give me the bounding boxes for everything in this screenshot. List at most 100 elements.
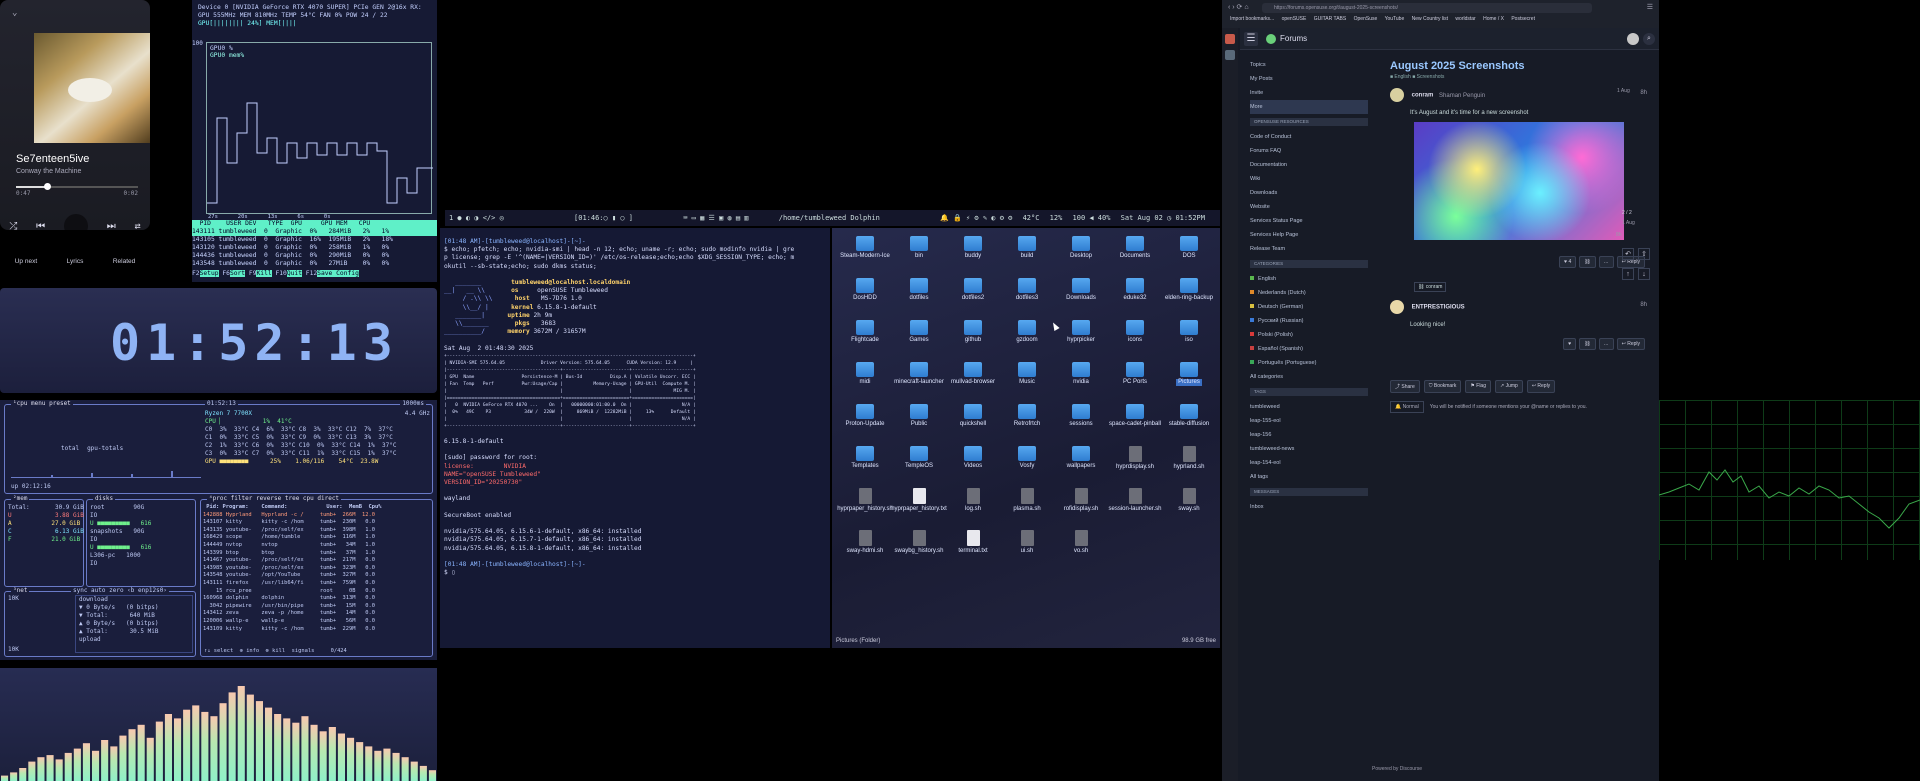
- sidebar-item[interactable]: Deutsch (German): [1250, 300, 1368, 314]
- table-row[interactable]: 142888 Hyprland Hyprland -c / tumb+ 266M…: [203, 512, 382, 520]
- sidebar-item[interactable]: Invite: [1250, 86, 1368, 100]
- topic-reply-button[interactable]: ↩ Reply: [1526, 380, 1556, 393]
- browser-menu-icon[interactable]: ☰: [1647, 3, 1653, 11]
- table-row[interactable]: 143548 youtube- /opt/YouTube tumb+ 327M …: [203, 572, 382, 580]
- file-item[interactable]: quickshell: [946, 404, 1000, 446]
- arrow-up-icon[interactable]: ↑: [1622, 268, 1634, 280]
- opensuse-logo-icon[interactable]: [1266, 34, 1276, 44]
- sidebar-item[interactable]: leap-156: [1250, 428, 1368, 442]
- shell-cursor[interactable]: $ ▯: [444, 569, 455, 576]
- sidebar-item[interactable]: Português (Portuguese): [1250, 356, 1368, 370]
- post-author[interactable]: ENTPRESTIGIOUS: [1412, 305, 1465, 311]
- file-item[interactable]: Videos: [946, 446, 1000, 488]
- date-time[interactable]: Sat Aug 02 ◷ 01:52PM: [1121, 214, 1205, 222]
- table-row[interactable]: 144436 tumbleweed 0 Graphic 0% 290MiB 0%…: [192, 252, 437, 260]
- sidebar-item[interactable]: Documentation: [1250, 158, 1368, 172]
- file-item[interactable]: mullvad-browser: [946, 362, 1000, 404]
- bookmark-item[interactable]: YouTube: [1385, 16, 1405, 22]
- cpu-box-label[interactable]: ¹cpu menu preset: [11, 400, 73, 408]
- sidebar-item[interactable]: Polski (Polish): [1250, 328, 1368, 342]
- file-item[interactable]: buddy: [946, 236, 1000, 278]
- workspace-switcher[interactable]: 1 ● ◐ ◑ </> ◎: [449, 214, 504, 222]
- table-row[interactable]: 143109 kitty kitty -c /hom tumb+ 229M 0.…: [203, 626, 382, 634]
- sidebar-item[interactable]: Website: [1250, 200, 1368, 214]
- file-item[interactable]: Proton-Update: [838, 404, 892, 446]
- sidebar-section-header[interactable]: CATEGORIES: [1250, 260, 1368, 268]
- topic-title[interactable]: August 2025 Screenshots: [1390, 60, 1651, 72]
- file-item[interactable]: Vosfy: [1000, 446, 1054, 488]
- file-item[interactable]: eduke32: [1108, 278, 1162, 320]
- more-button[interactable]: …: [1598, 338, 1614, 350]
- share-button[interactable]: ⤴ Share: [1390, 380, 1420, 393]
- tab-related[interactable]: Related: [113, 258, 135, 265]
- file-item[interactable]: dotfiles: [892, 278, 946, 320]
- setup-key[interactable]: Setup: [199, 270, 219, 277]
- bookmark-item[interactable]: Import bookmarks...: [1230, 16, 1274, 22]
- table-row[interactable]: 143985 youtube- /proc/self/ex tumb+ 323M…: [203, 565, 382, 573]
- previous-icon[interactable]: ⏮: [36, 221, 45, 231]
- screenshot-image[interactable]: [1414, 122, 1624, 240]
- file-item[interactable]: icons: [1108, 320, 1162, 362]
- proc-box-label[interactable]: ⁴proc filter reverse tree cpu direct: [207, 495, 342, 503]
- sidebar-item[interactable]: Inbox: [1250, 500, 1368, 514]
- file-item[interactable]: nvidia: [1054, 362, 1108, 404]
- shuffle-icon[interactable]: ⤮: [9, 221, 17, 231]
- progress-knob[interactable]: [43, 183, 51, 190]
- file-item[interactable]: iso: [1162, 320, 1216, 362]
- file-item[interactable]: gzdoom: [1000, 320, 1054, 362]
- file-item[interactable]: plasma.sh: [1000, 488, 1054, 530]
- file-item[interactable]: hyprdisplay.sh: [1108, 446, 1162, 488]
- reply-button[interactable]: ↩ Reply: [1616, 338, 1645, 350]
- hamburger-menu-icon[interactable]: ☰: [1244, 32, 1258, 46]
- user-avatar[interactable]: [1627, 33, 1639, 45]
- file-item[interactable]: terminal.txt: [946, 530, 1000, 572]
- reply-reference[interactable]: ⛓ conram: [1414, 282, 1447, 292]
- file-item[interactable]: minecraft-launcher: [892, 362, 946, 404]
- volume[interactable]: 100 ◀ 40%: [1073, 214, 1111, 222]
- file-item[interactable]: stable-diffusion: [1162, 404, 1216, 446]
- play-pause-button[interactable]: [63, 214, 88, 230]
- file-item[interactable]: sway-hdmi.sh: [838, 530, 892, 572]
- bookmark-item[interactable]: Home / X: [1483, 16, 1504, 22]
- bookmark-item[interactable]: GUITAR TABS: [1314, 16, 1347, 22]
- topic-tags[interactable]: ■ English ■ Screenshots: [1390, 74, 1651, 80]
- like-button[interactable]: ♥ 4: [1559, 256, 1577, 268]
- table-row[interactable]: 120006 wallp-e wallp-e tumb+ 56M 0.0: [203, 618, 382, 626]
- like-button[interactable]: ♥: [1563, 338, 1577, 350]
- table-row[interactable]: 141467 youtube- /proc/self/ex tumb+ 217M…: [203, 557, 382, 565]
- file-item[interactable]: Desktop: [1054, 236, 1108, 278]
- sidebar-item[interactable]: Services Status Page: [1250, 214, 1368, 228]
- sidebar-item[interactable]: tumbleweed-news: [1250, 442, 1368, 456]
- file-item[interactable]: DosHDD: [838, 278, 892, 320]
- arrow-down-icon[interactable]: ↓: [1638, 268, 1650, 280]
- timeline-top-icon[interactable]: ⇧: [1638, 248, 1650, 260]
- table-row[interactable]: 168429 scope /home/tumble tumb+ 116M 1.0: [203, 534, 382, 542]
- net-box-label[interactable]: ³net: [11, 587, 30, 595]
- timeline-position[interactable]: 2 / 2: [1622, 210, 1632, 216]
- file-item[interactable]: wallpapers: [1054, 446, 1108, 488]
- table-row[interactable]: 143111 firefox /usr/lib64/fi tumb+ 759M …: [203, 580, 382, 588]
- proc-footer[interactable]: ↑↓ select ⊕ info ⊗ kill signals 0/424: [204, 647, 347, 655]
- file-item[interactable]: hyprpicker: [1054, 320, 1108, 362]
- sidebar-item[interactable]: More: [1250, 100, 1368, 114]
- file-item[interactable]: midi: [838, 362, 892, 404]
- jump-button[interactable]: ↗ Jump: [1495, 380, 1523, 393]
- table-row[interactable]: 143412 zeva zeva -p /home tumb+ 14M 0.0: [203, 610, 382, 618]
- file-item[interactable]: Retrofrtch: [1000, 404, 1054, 446]
- bookmark-item[interactable]: openSUSE: [1282, 16, 1307, 22]
- file-item[interactable]: session-launcher.sh: [1108, 488, 1162, 530]
- sidebar-item[interactable]: Forums FAQ: [1250, 144, 1368, 158]
- next-icon[interactable]: ⏭: [107, 221, 116, 231]
- progress-bar[interactable]: [16, 183, 138, 190]
- file-item[interactable]: dotfiles3: [1000, 278, 1054, 320]
- copy-link-button[interactable]: ⛓: [1579, 338, 1596, 350]
- flag-button[interactable]: ⚑ Flag: [1465, 380, 1491, 393]
- file-item[interactable]: sessions: [1054, 404, 1108, 446]
- nav-buttons[interactable]: ‹ › ⟳ ⌂: [1228, 3, 1249, 11]
- toolbar-icons[interactable]: ⌨ ▭ ▦ ☰ ▣ ◍ ▤ ▥: [683, 214, 748, 222]
- file-item[interactable]: Games: [892, 320, 946, 362]
- sidebar-item[interactable]: Services Help Page: [1250, 228, 1368, 242]
- sort-key[interactable]: Sort: [229, 270, 246, 277]
- bookmark-item[interactable]: Postsecret: [1511, 16, 1535, 22]
- url-bar[interactable]: https://forums.opensuse.org/t/august-202…: [1262, 3, 1592, 13]
